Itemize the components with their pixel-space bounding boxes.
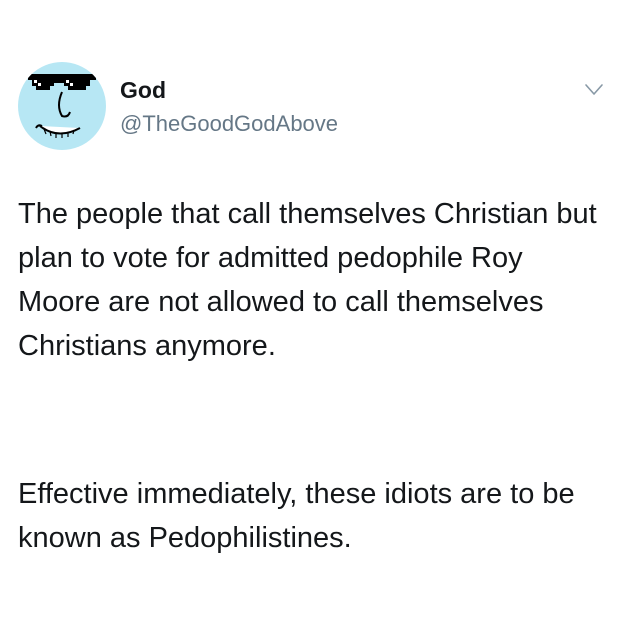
display-name[interactable]: God xyxy=(120,77,166,103)
tweet-card: God @TheGoodGodAbove The people that cal… xyxy=(0,0,620,620)
cartoon-face-with-pixel-sunglasses-icon xyxy=(28,74,96,138)
avatar[interactable] xyxy=(18,62,106,150)
tweet-paragraph-1: The people that call themselves Christia… xyxy=(18,198,597,362)
chevron-down-icon[interactable] xyxy=(584,82,604,98)
user-handle[interactable]: @TheGoodGodAbove xyxy=(120,111,338,137)
tweet-paragraph-2: Effective immediately, these idiots are … xyxy=(18,478,575,554)
